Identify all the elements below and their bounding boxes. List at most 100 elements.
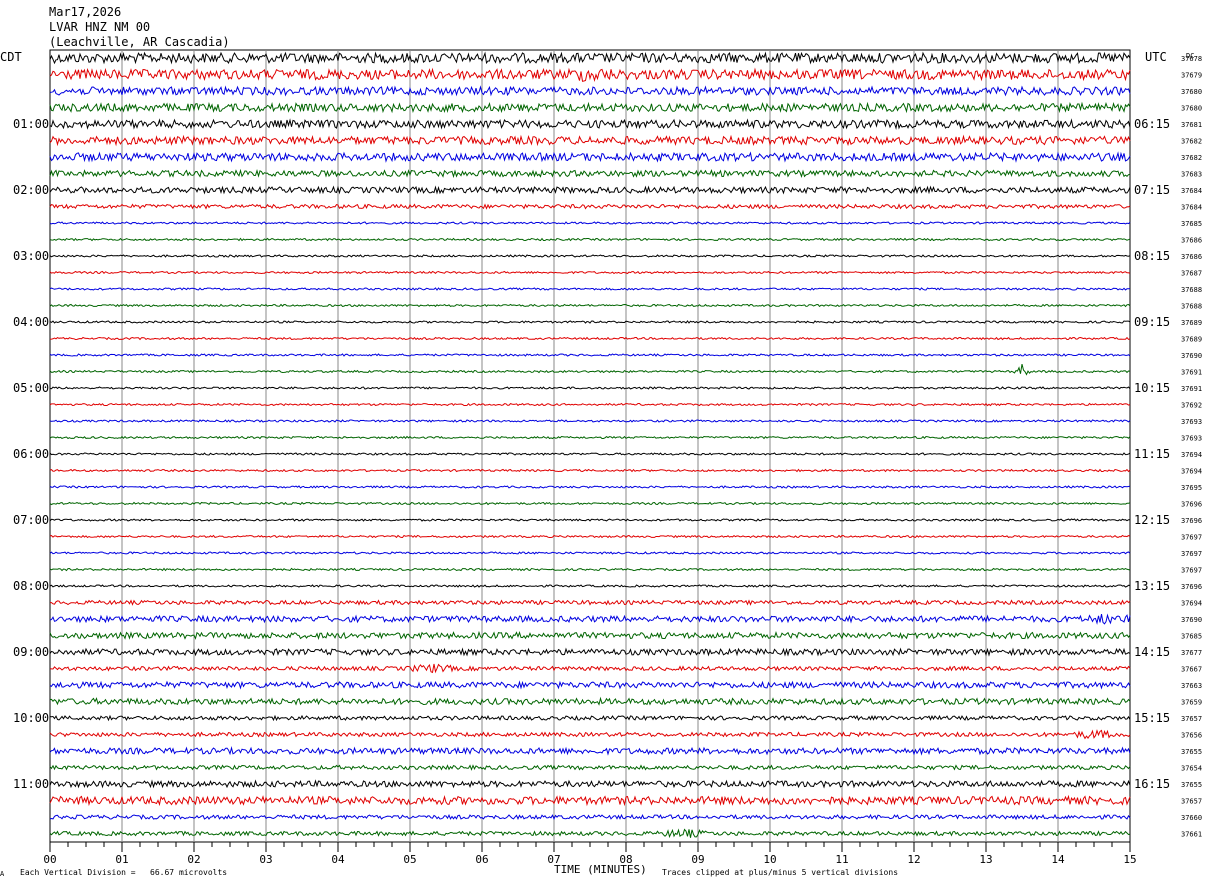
dc-label-4: 37681	[1181, 121, 1202, 129]
dc-label-28: 37696	[1181, 517, 1202, 525]
trace-11	[49, 237, 1131, 242]
trace-40	[49, 714, 1131, 722]
dc-label-16: 37689	[1181, 319, 1202, 327]
dc-label-26: 37695	[1181, 484, 1202, 492]
dc-label-22: 37693	[1181, 418, 1202, 426]
trace-26	[49, 485, 1131, 489]
trace-4	[49, 118, 1131, 130]
dc-label-43: 37654	[1181, 765, 1202, 773]
trace-29	[49, 534, 1131, 539]
trace-24	[49, 452, 1131, 456]
trace-13	[49, 270, 1131, 275]
trace-31	[49, 567, 1131, 572]
utc-label-0615: 06:15	[1134, 117, 1170, 131]
dc-label-45: 37657	[1181, 798, 1202, 806]
trace-46	[49, 813, 1131, 821]
cdt-label-0400: 04:00	[13, 315, 49, 329]
dc-label-8: 37684	[1181, 187, 1202, 195]
trace-9	[49, 203, 1131, 210]
x-axis-title: TIME (MINUTES)	[554, 863, 647, 876]
cdt-label-1000: 10:00	[13, 711, 49, 725]
trace-47	[49, 828, 1131, 839]
dc-label-32: 37696	[1181, 583, 1202, 591]
utc-label-1515: 15:15	[1134, 711, 1170, 725]
cdt-label-0500: 05:00	[13, 381, 49, 395]
cdt-label-0800: 08:00	[13, 579, 49, 593]
plot-frame	[49, 49, 1131, 843]
trace-19	[49, 363, 1131, 376]
cdt-label-0600: 06:00	[13, 447, 49, 461]
trace-14	[49, 287, 1131, 291]
trace-22	[49, 419, 1131, 423]
trace-45	[49, 794, 1131, 807]
cdt-label-0300: 03:00	[13, 249, 49, 263]
date-label: Mar17,2026	[49, 5, 121, 19]
x-tick-label-00: 00	[43, 853, 56, 866]
dc-label-30: 37697	[1181, 550, 1202, 558]
trace-2	[49, 85, 1131, 97]
trace-27	[49, 501, 1131, 506]
trace-5	[49, 134, 1131, 147]
station-label: LVAR HNZ NM 00	[49, 20, 150, 34]
dc-label-13: 37687	[1181, 270, 1202, 278]
dc-label-19: 37691	[1181, 369, 1202, 377]
header-block: Mar17,2026 LVAR HNZ NM 00 (Leachville, A…	[49, 5, 230, 49]
trace-30	[49, 551, 1131, 555]
trace-15	[49, 303, 1131, 308]
x-tick-label-10: 10	[763, 853, 776, 866]
x-tick-label-15: 15	[1123, 853, 1136, 866]
corner-mark: A	[0, 870, 5, 878]
utc-label-1015: 10:15	[1134, 381, 1170, 395]
x-tick-label-01: 01	[115, 853, 128, 866]
utc-label-0715: 07:15	[1134, 183, 1170, 197]
dc-label-15: 37688	[1181, 303, 1202, 311]
x-tick-label-09: 09	[691, 853, 704, 866]
trace-20	[49, 386, 1131, 390]
dc-offset-labels: 37678 37679 37680 37680 37681 37682 37682 37683…	[1181, 55, 1202, 839]
trace-12	[49, 254, 1131, 258]
trace-3	[49, 101, 1131, 114]
cdt-label-0900: 09:00	[13, 645, 49, 659]
dc-label-27: 37696	[1181, 501, 1202, 509]
dc-label-24: 37694	[1181, 451, 1202, 459]
dc-label-3: 37680	[1181, 105, 1202, 113]
dc-label-2: 37680	[1181, 88, 1202, 96]
utc-hour-labels: 06:15 07:15 08:15 09:15 10:15 11:15 12:15 13:15…	[1134, 117, 1170, 791]
trace-34	[49, 613, 1131, 625]
minute-grid	[121, 50, 1059, 842]
trace-21	[49, 402, 1131, 407]
dc-label-5: 37682	[1181, 138, 1202, 146]
dc-label-35: 37685	[1181, 633, 1202, 641]
x-tick-label-05: 05	[403, 853, 416, 866]
trace-32	[49, 584, 1131, 588]
right-timezone-label: UTC	[1145, 50, 1167, 64]
trace-38	[49, 680, 1131, 690]
trace-17	[49, 336, 1131, 341]
x-tick-label-03: 03	[259, 853, 272, 866]
dc-label-7: 37683	[1181, 171, 1202, 179]
utc-label-0915: 09:15	[1134, 315, 1170, 329]
dc-label-40: 37657	[1181, 715, 1202, 723]
x-tick-label-02: 02	[187, 853, 200, 866]
trace-39	[49, 696, 1131, 707]
dc-label-18: 37690	[1181, 352, 1202, 360]
dc-label-10: 37685	[1181, 220, 1202, 228]
seismic-traces	[49, 51, 1131, 839]
dc-label-42: 37655	[1181, 748, 1202, 756]
x-tick-label-04: 04	[331, 853, 345, 866]
trace-16	[49, 320, 1131, 324]
dc-label-47: 37661	[1181, 831, 1202, 839]
trace-8	[49, 185, 1131, 195]
dc-label-38: 37663	[1181, 682, 1202, 690]
dc-label-29: 37697	[1181, 534, 1202, 542]
dc-label-44: 37655	[1181, 781, 1202, 789]
clip-note: Traces clipped at plus/minus 5 vertical …	[662, 868, 898, 877]
dc-label-23: 37693	[1181, 435, 1202, 443]
trace-43	[49, 764, 1131, 771]
dc-label-41: 37656	[1181, 732, 1202, 740]
trace-42	[49, 746, 1131, 756]
trace-44	[49, 779, 1131, 789]
trace-1	[49, 67, 1131, 83]
cdt-label-1100: 11:00	[13, 777, 49, 791]
dc-label-11: 37686	[1181, 237, 1202, 245]
